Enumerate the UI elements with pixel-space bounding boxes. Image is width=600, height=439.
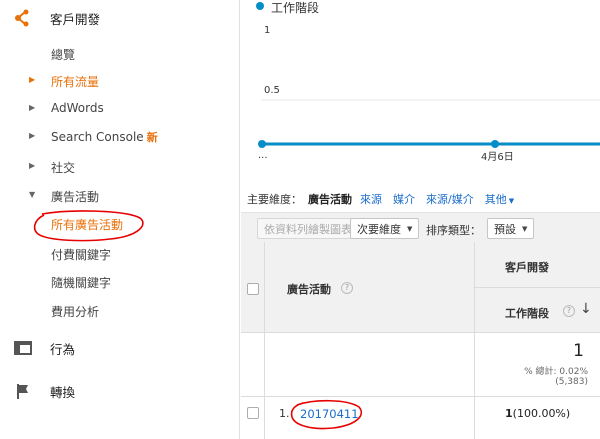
behavior-icon xyxy=(14,341,32,355)
table-toolbar: 依資料列繪製圖表 次要維度 ▼ 排序類型： 預設 ▼ xyxy=(241,212,600,242)
plot-rows-button[interactable]: 依資料列繪製圖表 xyxy=(257,218,359,239)
totals-percent: % 總計: 0.02% xyxy=(524,367,588,377)
new-badge: 新 xyxy=(146,131,158,144)
row-sessions-value: 1(100.00%) xyxy=(505,407,570,420)
secondary-dimension-dropdown[interactable]: 次要維度 ▼ xyxy=(350,218,420,239)
data-table: 廣告活動 ? 客戶開發 工作階段 ? ↓ 1 % 總計: 0.02% (5,38… xyxy=(241,242,600,439)
row-campaign-cell: 1. 20170411 xyxy=(265,397,475,439)
sidebar-section-conversions[interactable]: 轉換 xyxy=(0,376,240,406)
plot-rows-label: 依資料列繪製圖表 xyxy=(264,222,352,236)
row-sessions-count: 1 xyxy=(505,407,513,420)
totals-value: 1 xyxy=(573,341,584,361)
sidebar-item-cost-analysis[interactable]: 費用分析 xyxy=(0,299,240,323)
sessions-chart: 工作階段 1 0.5 ... 4月6日 xyxy=(241,0,600,178)
totals-of: (5,383) xyxy=(555,377,588,387)
dimension-medium-link[interactable]: 媒介 xyxy=(393,191,415,207)
sidebar-item-label: 費用分析 xyxy=(51,305,100,319)
sidebar-section-acquisition[interactable]: 客戶開發 xyxy=(0,3,240,33)
sidebar-item-paid-keywords[interactable]: 付費關鍵字 xyxy=(0,242,240,266)
acquisition-icon xyxy=(15,9,29,27)
sidebar-item-label: 社交 xyxy=(51,161,76,175)
flag-icon xyxy=(17,384,28,399)
sidebar-item-label: Search Console 新 xyxy=(51,129,158,145)
sessions-column-header[interactable]: 工作階段 ? ↓ xyxy=(475,288,600,333)
sidebar-section-behavior[interactable]: 行為 xyxy=(0,333,240,363)
main-content: 工作階段 1 0.5 ... 4月6日 主要維度： 廣告活動 來源 媒介 來源/… xyxy=(241,0,600,439)
sidebar-section-label: 客戶開發 xyxy=(50,11,101,27)
select-all-checkbox[interactable] xyxy=(247,283,259,295)
help-icon[interactable]: ? xyxy=(563,305,575,317)
current-dimension: 廣告活動 xyxy=(308,193,352,206)
sidebar-item-all-traffic[interactable]: ▶ 所有流量 xyxy=(0,69,240,93)
sidebar-item-label: AdWords xyxy=(51,101,104,115)
x-tick-label: ... xyxy=(258,150,268,161)
row-index: 1. xyxy=(279,407,290,420)
sidebar-item-organic-keywords[interactable]: 隨機關鍵字 xyxy=(0,270,240,294)
sidebar-item-label: 廣告活動 xyxy=(51,190,100,204)
acquisition-group-header: 客戶開發 xyxy=(475,242,600,288)
sidebar-item-all-campaigns[interactable]: 所有廣告活動 xyxy=(0,212,240,236)
sidebar-item-label: 所有流量 xyxy=(51,75,100,89)
campaign-column-header: 廣告活動 ? xyxy=(265,242,475,333)
chevron-down-icon: ▼ xyxy=(508,197,515,205)
sidebar-item-label: 所有廣告活動 xyxy=(51,218,124,232)
sort-desc-icon: ↓ xyxy=(580,301,592,317)
sidebar-item-campaigns[interactable]: ▼ 廣告活動 xyxy=(0,184,240,208)
chevron-down-icon: ▼ xyxy=(407,224,413,233)
sort-type-dropdown[interactable]: 預設 ▼ xyxy=(487,218,535,239)
chart-plot xyxy=(258,99,600,148)
sidebar-item-label: 付費關鍵字 xyxy=(51,248,112,262)
totals-sessions-cell: 1 % 總計: 0.02% (5,383) xyxy=(475,333,600,397)
acquisition-group-label: 客戶開發 xyxy=(505,261,549,274)
collapse-arrow-icon: ▼ xyxy=(29,190,36,199)
primary-dimension-label: 主要維度： xyxy=(247,193,302,206)
help-icon[interactable]: ? xyxy=(341,282,353,294)
row-checkbox[interactable] xyxy=(247,407,259,419)
expand-arrow-icon: ▶ xyxy=(29,103,36,112)
sidebar-item-label: 總覽 xyxy=(51,48,76,62)
dimension-source-medium-link[interactable]: 來源/媒介 xyxy=(426,191,474,207)
analytics-page: 客戶開發 總覽 ▶ 所有流量 ▶ AdWords ▶ Search Consol… xyxy=(0,0,600,439)
sidebar: 客戶開發 總覽 ▶ 所有流量 ▶ AdWords ▶ Search Consol… xyxy=(0,0,240,439)
sidebar-item-text: Search Console xyxy=(51,130,144,144)
row-sessions-percent: (100.00%) xyxy=(512,407,571,420)
chevron-down-icon: ▼ xyxy=(522,224,528,233)
header-checkbox-cell xyxy=(241,242,265,333)
sidebar-section-label: 轉換 xyxy=(50,384,76,400)
sidebar-section-label: 行為 xyxy=(50,341,76,357)
dimension-other-dropdown[interactable]: 其他 ▼ xyxy=(485,191,514,207)
dimension-source-link[interactable]: 來源 xyxy=(360,191,382,207)
sort-type-value: 預設 xyxy=(494,222,516,236)
sidebar-item-label: 隨機關鍵字 xyxy=(51,276,112,290)
sidebar-item-search-console[interactable]: ▶ Search Console 新 xyxy=(0,125,240,149)
expand-arrow-icon: ▶ xyxy=(29,161,36,170)
totals-label-cell xyxy=(265,333,475,397)
primary-dimension-bar: 主要維度： 廣告活動 來源 媒介 來源/媒介 其他 ▼ xyxy=(247,191,525,207)
sessions-column-label: 工作階段 xyxy=(505,307,549,320)
sidebar-item-adwords[interactable]: ▶ AdWords xyxy=(0,97,240,121)
sidebar-item-social[interactable]: ▶ 社交 xyxy=(0,155,240,179)
totals-checkbox-cell xyxy=(241,333,265,397)
row-checkbox-cell xyxy=(241,397,265,439)
secondary-dimension-label: 次要維度 xyxy=(357,222,401,236)
campaign-link[interactable]: 20170411 xyxy=(300,407,359,421)
x-tick-label: 4月6日 xyxy=(481,152,514,163)
campaign-column-label: 廣告活動 xyxy=(287,283,331,296)
data-point xyxy=(258,140,266,148)
data-point xyxy=(491,140,499,148)
sidebar-item-overview[interactable]: 總覽 xyxy=(0,42,240,66)
expand-arrow-icon: ▶ xyxy=(29,131,36,140)
dimension-other-label: 其他 xyxy=(484,193,507,206)
row-sessions-cell: 1(100.00%) xyxy=(475,397,600,439)
sort-type-label: 排序類型： xyxy=(426,224,481,237)
expand-arrow-icon: ▶ xyxy=(29,75,36,84)
